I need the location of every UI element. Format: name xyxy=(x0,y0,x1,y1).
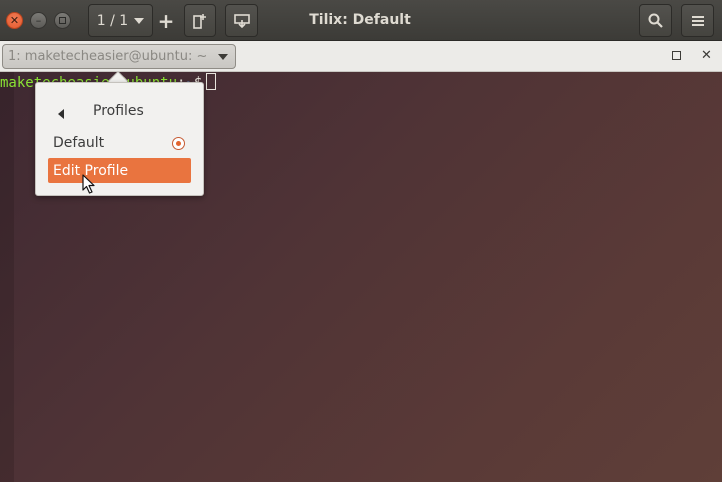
minimize-window-button[interactable]: – xyxy=(30,12,47,29)
window-title: Tilix: Default xyxy=(309,12,411,28)
terminal-title-bar: 1: maketecheasier@ubuntu: ~ xyxy=(0,41,722,72)
search-icon xyxy=(648,13,663,28)
maximize-terminal-icon[interactable] xyxy=(672,51,681,60)
text-cursor xyxy=(206,73,217,90)
plus-icon: + xyxy=(157,8,175,33)
session-count: 1 / 1 xyxy=(96,12,129,29)
header-bar: ✕ – 1 / 1 + Tilix: Default xyxy=(0,0,722,41)
main-menu-button[interactable] xyxy=(681,4,714,37)
close-terminal-icon[interactable]: ✕ xyxy=(701,48,712,63)
tilix-window: ✕ – 1 / 1 + Tilix: Default 1: maketechea… xyxy=(0,0,722,482)
close-icon: ✕ xyxy=(9,14,20,27)
add-terminal-button[interactable] xyxy=(184,4,216,37)
sync-input-icon xyxy=(233,13,250,28)
session-switcher-button[interactable]: 1 / 1 xyxy=(88,4,153,37)
sync-input-button[interactable] xyxy=(225,4,258,37)
terminal-title-label: 1: maketecheasier@ubuntu: ~ xyxy=(8,49,208,64)
add-session-button[interactable]: + xyxy=(155,4,177,37)
maximize-window-button[interactable] xyxy=(54,12,71,29)
edit-profile-item[interactable]: Edit Profile xyxy=(48,158,191,183)
chevron-down-icon xyxy=(134,17,145,24)
terminal-title-button[interactable]: 1: maketecheasier@ubuntu: ~ xyxy=(2,44,236,69)
profile-item-default[interactable]: Default xyxy=(53,131,189,155)
add-terminal-icon xyxy=(193,13,206,29)
mouse-pointer-icon xyxy=(82,174,95,194)
back-arrow-icon[interactable] xyxy=(58,109,64,119)
chevron-down-icon xyxy=(218,54,228,60)
profiles-popover: Profiles Default Edit Profile xyxy=(35,82,204,196)
popover-header: Profiles xyxy=(93,103,144,119)
profile-item-label: Default xyxy=(53,135,105,151)
close-window-button[interactable]: ✕ xyxy=(6,12,23,29)
minimize-icon: – xyxy=(35,14,42,27)
search-button[interactable] xyxy=(639,4,672,37)
maximize-icon xyxy=(59,17,66,24)
terminal-margin xyxy=(0,72,14,482)
radio-selected-icon xyxy=(172,137,185,150)
hamburger-menu-icon xyxy=(691,15,704,26)
